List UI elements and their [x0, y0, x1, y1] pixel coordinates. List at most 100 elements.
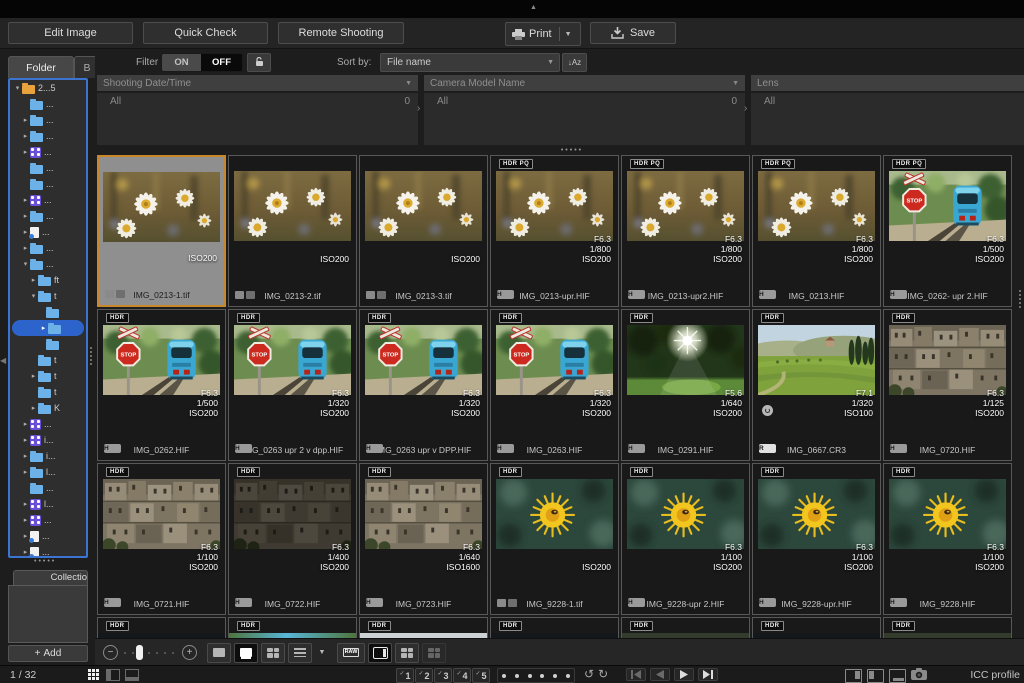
thumbnail-image[interactable]: [103, 479, 220, 549]
save-button[interactable]: Save: [590, 22, 676, 44]
tree-item[interactable]: ▸...: [10, 208, 86, 224]
chevron-right-icon[interactable]: ▸: [21, 500, 30, 508]
thumbnail-image[interactable]: STOP: [103, 325, 220, 395]
tree-item[interactable]: ▸l...: [10, 496, 86, 512]
thumbnail-IMG_9228.HIF[interactable]: HDR F6.31/100ISO200HIMG_9228.HIF: [883, 463, 1012, 615]
grid-view-button[interactable]: [86, 668, 101, 681]
previous-image-button[interactable]: [650, 668, 670, 681]
chevron-right-icon[interactable]: ▸: [29, 276, 38, 284]
thumbnail-IMG_0667.CR3[interactable]: HDR F7.11/320ISO100RIMG_0667.CR3: [752, 309, 881, 461]
thumbnail-IMG_0213-upr2.HIF[interactable]: HDR PQ F6.31/800ISO200HIMG_0213-upr2.HIF: [621, 155, 750, 307]
thumbnail-image[interactable]: [234, 479, 351, 549]
thumbnail-IMG_0722.HIF[interactable]: HDR F6.31/400ISO200HIMG_0722.HIF: [228, 463, 357, 615]
thumbnail-image[interactable]: STOP: [889, 171, 1006, 241]
tree-item[interactable]: ▸...: [10, 416, 86, 432]
tree-item[interactable]: ▾2...5: [10, 80, 86, 96]
sort-order-button[interactable]: ↓Az: [562, 53, 587, 72]
chevron-right-icon[interactable]: ▸: [21, 212, 30, 220]
thumbnail-IMG_0213-1.tif[interactable]: ISO200IMG_0213-1.tif: [97, 155, 226, 307]
thumbnail-image[interactable]: [627, 479, 744, 549]
thumbnail-IMG_0263 upr v DPP.HIF[interactable]: HDR STOP F6.31/320ISO200HIM: [359, 309, 488, 461]
multi-layout-button[interactable]: [395, 643, 419, 663]
chevron-right-icon[interactable]: ▸: [21, 420, 30, 428]
view-list-button[interactable]: [288, 643, 312, 663]
view-large-thumbs-button[interactable]: [207, 643, 231, 663]
print-dropdown-icon[interactable]: ▼: [560, 31, 577, 38]
thumbnail-image[interactable]: [758, 171, 875, 241]
thumbnail-image[interactable]: [365, 171, 482, 241]
tree-item[interactable]: ▾...: [10, 256, 86, 272]
filter-splitter-icon[interactable]: ›: [417, 103, 420, 114]
tree-item[interactable]: ▸...: [10, 512, 86, 528]
thumbnail-IMG_0213-upr.HIF[interactable]: HDR PQ F6.31/800ISO200HIMG_0213-upr.HIF: [490, 155, 619, 307]
chevron-right-icon[interactable]: ▸: [21, 148, 30, 156]
camera-icon[interactable]: [911, 668, 927, 683]
rating-5-button[interactable]: ✓5: [472, 668, 490, 683]
thumbnail-image[interactable]: STOP: [496, 325, 613, 395]
thumbnail-IMG_0213-2.tif[interactable]: ISO200IMG_0213-2.tif: [228, 155, 357, 307]
collapse-toolbar-icon[interactable]: ▲: [530, 4, 537, 11]
collapse-sidebar-icon[interactable]: ◀: [0, 356, 6, 365]
slider-thumb[interactable]: [136, 645, 143, 660]
chevron-right-icon[interactable]: ▸: [21, 468, 30, 476]
thumbnail-IMG_9228-upr.HIF[interactable]: HDR F6.31/100ISO200HIMG_9228-upr.HIF: [752, 463, 881, 615]
sidebar-splitter-handle[interactable]: [90, 345, 93, 367]
tree-item[interactable]: ▸t: [10, 368, 86, 384]
thumbnail-image[interactable]: [627, 171, 744, 241]
chevron-down-icon[interactable]: ▾: [13, 84, 22, 92]
tree-item[interactable]: ...: [10, 96, 86, 112]
zoom-in-button[interactable]: +: [182, 645, 197, 660]
chevron-right-icon[interactable]: ▸: [21, 436, 30, 444]
filter-list-item[interactable]: All 0: [97, 93, 418, 108]
thumbnail-image[interactable]: [496, 479, 613, 549]
tree-item[interactable]: ▸i...: [10, 432, 86, 448]
tree-item[interactable]: ▸...: [10, 144, 86, 160]
chevron-right-icon[interactable]: ▸: [21, 116, 30, 124]
thumbnail-image[interactable]: STOP: [365, 325, 482, 395]
compare-layout-button[interactable]: [422, 643, 446, 663]
thumbnail-IMG_0263.HIF[interactable]: HDR STOP F6.31/320ISO200HIM: [490, 309, 619, 461]
quick-check-button[interactable]: Quick Check: [143, 22, 268, 44]
thumbnail-IMG_0262.HIF[interactable]: HDR STOP F6.31/500ISO200HIM: [97, 309, 226, 461]
remote-shooting-button[interactable]: Remote Shooting: [278, 22, 404, 44]
thumbnail-IMG_0262- upr 2.HIF[interactable]: HDR PQ STOP F6.31/500ISO200: [883, 155, 1012, 307]
rotate-right-button[interactable]: ↻: [598, 667, 608, 681]
thumbnail-image[interactable]: [234, 171, 351, 241]
tree-item[interactable]: ▸K: [10, 400, 86, 416]
filter-off-button[interactable]: OFF: [201, 54, 242, 71]
chevron-right-icon[interactable]: ▸: [21, 244, 30, 252]
filmstrip-view-button[interactable]: [124, 668, 139, 681]
add-collection-button[interactable]: + Add: [8, 645, 88, 662]
thumbnail-IMG_9228-1.tif[interactable]: HDR ISO200IMG_9228-1.tif: [490, 463, 619, 615]
thumbnail-IMG_0213-3.tif[interactable]: ISO200IMG_0213-3.tif: [359, 155, 488, 307]
last-image-button[interactable]: [698, 668, 718, 681]
zoom-out-button[interactable]: −: [103, 645, 118, 660]
tree-item[interactable]: ▸i...: [10, 448, 86, 464]
preview-pane-button[interactable]: [368, 643, 392, 663]
tree-item[interactable]: t: [10, 352, 86, 368]
thumbnail-image[interactable]: [758, 325, 875, 395]
view-small-thumbs-button[interactable]: [261, 643, 285, 663]
sort-by-select[interactable]: File name ▼: [380, 53, 560, 72]
thumbnail-size-slider[interactable]: [124, 645, 176, 660]
histogram-panel-button[interactable]: [889, 669, 906, 683]
chevron-right-icon[interactable]: ▸: [29, 372, 38, 380]
rotate-left-button[interactable]: ↺: [584, 667, 594, 681]
collection-list[interactable]: [8, 585, 88, 643]
color-label-dots[interactable]: [497, 668, 575, 683]
print-button[interactable]: Print ▼: [505, 22, 581, 46]
tree-item[interactable]: ...: [10, 160, 86, 176]
filter-on-button[interactable]: ON: [162, 54, 201, 71]
thumbnail-IMG_9228-upr 2.HIF[interactable]: HDR F6.31/100ISO200HIMG_9228-upr 2.HIF: [621, 463, 750, 615]
rating-2-button[interactable]: ✓2: [415, 668, 433, 683]
chevron-right-icon[interactable]: ▸: [29, 404, 38, 412]
chevron-down-icon[interactable]: ▾: [21, 260, 30, 268]
tree-item[interactable]: ▸...: [10, 128, 86, 144]
filter-panel-resize-handle[interactable]: •••••: [552, 147, 592, 154]
tree-item[interactable]: ▸...: [10, 192, 86, 208]
chevron-right-icon[interactable]: ▸: [21, 196, 30, 204]
view-mode-dropdown[interactable]: ▼: [315, 644, 329, 662]
filter-column-lens[interactable]: Lens: [751, 75, 1024, 91]
thumbnail-image[interactable]: [889, 479, 1006, 549]
rating-4-button[interactable]: ✓4: [453, 668, 471, 683]
